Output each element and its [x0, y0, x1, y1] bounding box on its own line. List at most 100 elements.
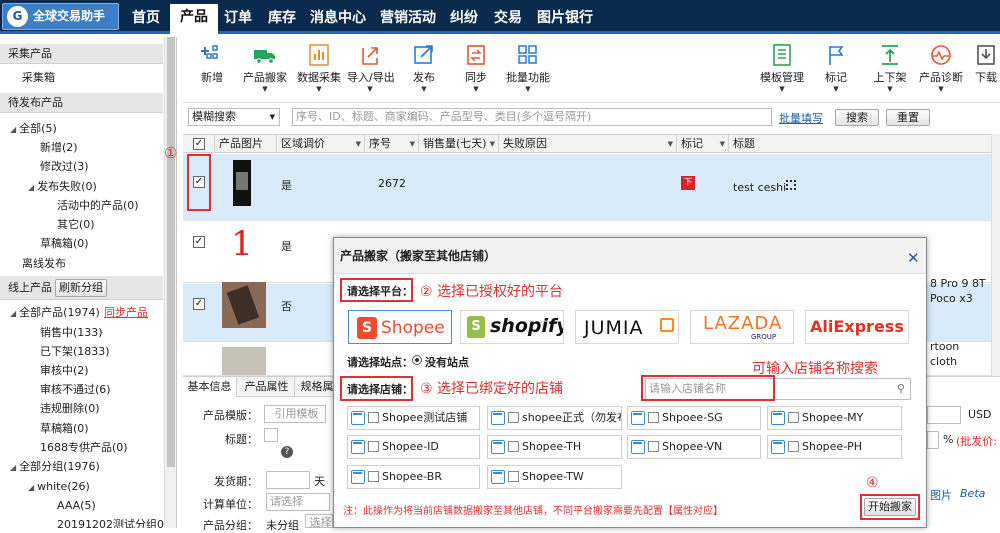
- sync-products-link[interactable]: 同步产品: [104, 305, 148, 321]
- store-checkbox[interactable]: [508, 471, 519, 482]
- batch-fill-link[interactable]: 批量填写: [779, 110, 823, 126]
- nav-orders[interactable]: 订单: [220, 5, 256, 31]
- batch-functions-button[interactable]: 批量功能 ▼: [505, 44, 551, 93]
- row-checkbox[interactable]: ✓: [193, 236, 205, 248]
- tab-product-attributes[interactable]: 产品属性: [239, 377, 295, 397]
- collapse-triangle-icon[interactable]: ◢: [10, 463, 16, 472]
- platform-shopify[interactable]: S shopify: [460, 310, 564, 344]
- sidebar-item-all-groups[interactable]: ◢ 全部分组(1976): [10, 459, 100, 476]
- search-icon[interactable]: ⚲: [897, 379, 905, 399]
- download-button[interactable]: 下载: [972, 44, 1000, 85]
- sidebar-item-new[interactable]: 新增(2): [40, 140, 78, 156]
- store-checkbox[interactable]: [368, 441, 379, 452]
- nav-products[interactable]: 产品: [170, 4, 218, 34]
- product-title[interactable]: test ceshi: [733, 181, 786, 194]
- shelf-toggle-button[interactable]: 上下架 ▼: [872, 44, 908, 93]
- sidebar-item-reviewing[interactable]: 审核中(2): [40, 363, 89, 379]
- close-icon[interactable]: ✕: [907, 249, 920, 267]
- nav-message-center[interactable]: 消息中心: [306, 5, 370, 31]
- col-title[interactable]: 标题: [729, 135, 1000, 153]
- collapse-triangle-icon[interactable]: ◢: [28, 483, 34, 492]
- select-all-checkbox[interactable]: ✓: [193, 138, 205, 150]
- qr-code-icon[interactable]: [786, 180, 796, 190]
- product-thumbnail[interactable]: [233, 160, 251, 206]
- delivery-days-input[interactable]: [266, 471, 310, 489]
- sidebar-item-other[interactable]: 其它(0): [57, 217, 95, 233]
- refresh-group-button[interactable]: 刷新分组: [55, 279, 107, 297]
- sidebar-item-modified[interactable]: 修改过(3): [40, 159, 89, 175]
- sidebar-item-drafts[interactable]: 草稿箱(0): [40, 236, 89, 252]
- sidebar-item-all-products[interactable]: ◢ 全部产品(1974): [10, 305, 100, 322]
- title-checkbox[interactable]: [264, 428, 278, 442]
- store-item[interactable]: shopee正式（勿发布: [487, 406, 622, 430]
- nav-marketing[interactable]: 营销活动: [376, 5, 440, 31]
- data-collect-button[interactable]: 数据采集 ▼: [297, 44, 341, 93]
- chevron-down-icon[interactable]: ▼: [668, 135, 673, 153]
- store-item[interactable]: Shopee-ID: [347, 435, 480, 459]
- store-item[interactable]: Shpoee-SG: [627, 406, 761, 430]
- chevron-down-icon[interactable]: ▼: [490, 135, 495, 153]
- store-item[interactable]: Shopee-TW: [487, 465, 622, 489]
- scrollbar-thumb[interactable]: [167, 37, 175, 467]
- store-checkbox[interactable]: [648, 441, 659, 452]
- sidebar-scrollbar[interactable]: [164, 37, 176, 528]
- mark-badge[interactable]: 下: [681, 176, 695, 190]
- store-checkbox[interactable]: [788, 412, 799, 423]
- mark-button[interactable]: 标记 ▼: [823, 44, 849, 93]
- product-move-button[interactable]: 产品搬家 ▼: [242, 44, 288, 93]
- sidebar-item-on-sale[interactable]: 销售中(133): [40, 325, 103, 341]
- product-thumbnail[interactable]: [222, 347, 266, 375]
- store-item[interactable]: Shopee-BR: [347, 465, 480, 489]
- search-mode-select[interactable]: 模糊搜索 ▼: [188, 108, 280, 126]
- sync-button[interactable]: 同步 ▼: [462, 44, 490, 93]
- store-item[interactable]: Shopee-VN: [627, 435, 761, 459]
- search-button[interactable]: 搜索: [835, 109, 879, 126]
- sidebar-item-collect-box[interactable]: 采集箱: [22, 70, 55, 86]
- collapse-triangle-icon[interactable]: ◢: [10, 125, 16, 134]
- col-image[interactable]: 产品图片: [215, 135, 277, 153]
- col-mark[interactable]: 标记 ▼: [677, 135, 729, 153]
- help-icon[interactable]: ?: [281, 446, 293, 458]
- collapse-triangle-icon[interactable]: ◢: [10, 309, 16, 318]
- app-logo[interactable]: G 全球交易助手: [2, 3, 119, 30]
- sidebar-item-publish-failed[interactable]: ◢ 发布失败(0): [28, 179, 97, 196]
- template-manage-button[interactable]: 模板管理 ▼: [759, 44, 805, 93]
- nav-inventory[interactable]: 库存: [264, 5, 300, 31]
- collapse-triangle-icon[interactable]: ◢: [28, 183, 34, 192]
- nav-image-bank[interactable]: 图片银行: [534, 5, 596, 31]
- tab-basic-info[interactable]: 基本信息: [183, 377, 237, 397]
- platform-lazada[interactable]: LAZADA GROUP: [690, 310, 794, 344]
- sidebar-item-rejected[interactable]: 审核不通过(6): [40, 382, 111, 398]
- store-item[interactable]: Shopee-TH: [487, 435, 622, 459]
- chevron-down-icon[interactable]: ▼: [720, 135, 725, 153]
- unit-select[interactable]: 请选择: [266, 493, 330, 511]
- store-checkbox[interactable]: [368, 471, 379, 482]
- col-seq[interactable]: 序号 ▼: [365, 135, 419, 153]
- col-region-price[interactable]: 区域调价 ▼: [277, 135, 365, 153]
- store-item[interactable]: Shopee测试店铺: [347, 406, 480, 430]
- table-row[interactable]: ✓ 是 2672 下 test ceshi: [183, 154, 1000, 221]
- sidebar-item-off-shelf[interactable]: 已下架(1833): [40, 344, 110, 360]
- nav-home[interactable]: 首页: [124, 5, 168, 31]
- row-checkbox[interactable]: ✓: [193, 298, 205, 310]
- tab-specifications[interactable]: 规格属: [297, 377, 337, 397]
- new-button[interactable]: 新增: [197, 44, 227, 85]
- product-diagnose-button[interactable]: 产品诊断 ▼: [918, 44, 964, 93]
- platform-jumia[interactable]: JUMIA: [575, 310, 679, 344]
- site-radio[interactable]: [412, 355, 422, 365]
- store-checkbox[interactable]: [508, 441, 519, 452]
- search-input[interactable]: 序号、ID、标题、商家编码、产品型号、类目(多个逗号隔开): [292, 108, 772, 126]
- store-item[interactable]: Shopee-PH: [767, 435, 902, 459]
- template-reference-button[interactable]: 引用模板: [264, 405, 326, 423]
- chevron-down-icon[interactable]: ▼: [356, 135, 361, 153]
- sidebar-item-pending-all[interactable]: ◢ 全部(5): [10, 121, 57, 138]
- import-export-button[interactable]: 导入/导出 ▼: [347, 44, 395, 93]
- platform-aliexpress[interactable]: AliExpress: [805, 310, 909, 344]
- sidebar-item-in-activity[interactable]: 活动中的产品(0): [57, 198, 139, 214]
- platform-shopee[interactable]: S Shopee: [348, 310, 452, 344]
- col-sales-7d[interactable]: 销售量(七天) ▼: [419, 135, 499, 153]
- product-thumbnail[interactable]: [222, 282, 266, 328]
- store-checkbox[interactable]: [508, 412, 519, 423]
- product-thumbnail[interactable]: 1: [226, 222, 258, 266]
- group-select-button[interactable]: 选择: [305, 514, 333, 528]
